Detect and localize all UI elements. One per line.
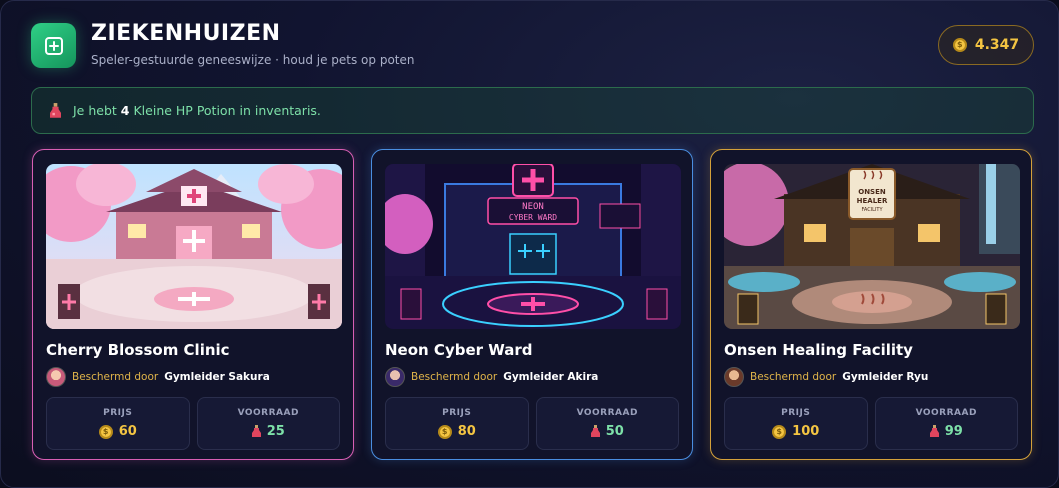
price-value: 60 — [118, 424, 137, 439]
gym-leader-name: Gymleider Sakura — [164, 371, 270, 383]
potion-icon — [929, 425, 939, 437]
stock-box: VOORRAAD 50 — [535, 397, 679, 450]
plus-box-icon — [31, 23, 76, 68]
coin-icon: $ — [98, 424, 113, 439]
svg-text:FACILITY: FACILITY — [861, 207, 883, 213]
hospital-card-cherry-blossom[interactable]: Cherry Blossom Clinic Beschermd door Gym… — [32, 149, 354, 460]
price-box: PRIJS $60 — [46, 397, 190, 450]
guard-info: Beschermd door Gymleider Ryu — [724, 367, 1018, 387]
hospital-card-onsen[interactable]: ONSEN HEALER FACILITY Onsen Healing Faci… — [710, 149, 1032, 460]
inventory-banner: Je hebt 4 Kleine HP Potion in inventaris… — [31, 87, 1034, 134]
price-box: PRIJS $100 — [724, 397, 868, 450]
price-box: PRIJS $80 — [385, 397, 529, 450]
coin-icon: $ — [437, 424, 452, 439]
hospital-name: Onsen Healing Facility — [724, 341, 913, 359]
stock-value: 99 — [944, 424, 963, 439]
guard-info: Beschermd door Gymleider Akira — [385, 367, 679, 387]
coin-icon: $ — [952, 38, 967, 52]
neon-cyber-ward-image: NEON CYBER WARD — [385, 164, 681, 329]
svg-text:NEON: NEON — [522, 202, 544, 212]
svg-text:CYBER WARD: CYBER WARD — [509, 213, 557, 222]
potion-icon — [251, 425, 261, 437]
stock-box: VOORRAAD 25 — [196, 397, 340, 450]
hospital-name: Neon Cyber Ward — [385, 341, 533, 359]
stock-value: 50 — [605, 424, 624, 439]
price-value: 80 — [457, 424, 476, 439]
hospitals-panel: ZIEKENHUIZEN Speler-gestuurde geneeswijz… — [0, 0, 1059, 488]
avatar — [724, 367, 744, 387]
potion-icon — [590, 425, 600, 437]
cherry-blossom-clinic-image — [46, 164, 342, 329]
guard-info: Beschermd door Gymleider Sakura — [46, 367, 340, 387]
banner-text: Je hebt 4 Kleine HP Potion in inventaris… — [73, 103, 321, 118]
price-value: 100 — [792, 424, 820, 439]
hospital-name: Cherry Blossom Clinic — [46, 341, 230, 359]
coin-icon: $ — [772, 424, 787, 439]
hospital-card-neon-cyber[interactable]: NEON CYBER WARD Neon Cyber Ward Bescherm… — [371, 149, 693, 460]
page-title: ZIEKENHUIZEN — [91, 21, 281, 46]
stock-box: VOORRAAD 99 — [874, 397, 1018, 450]
stock-value: 25 — [266, 424, 285, 439]
page-subtitle: Speler-gestuurde geneeswijze · houd je p… — [91, 53, 415, 67]
gym-leader-name: Gymleider Akira — [503, 371, 599, 383]
onsen-healing-facility-image: ONSEN HEALER FACILITY — [724, 164, 1020, 329]
svg-text:HEALER: HEALER — [857, 197, 888, 205]
svg-text:ONSEN: ONSEN — [858, 188, 886, 196]
coin-balance[interactable]: $ 4.347 — [938, 25, 1034, 65]
potion-icon — [50, 102, 61, 118]
gym-leader-name: Gymleider Ryu — [842, 371, 929, 383]
coin-amount: 4.347 — [974, 37, 1020, 53]
avatar — [46, 367, 66, 387]
avatar — [385, 367, 405, 387]
